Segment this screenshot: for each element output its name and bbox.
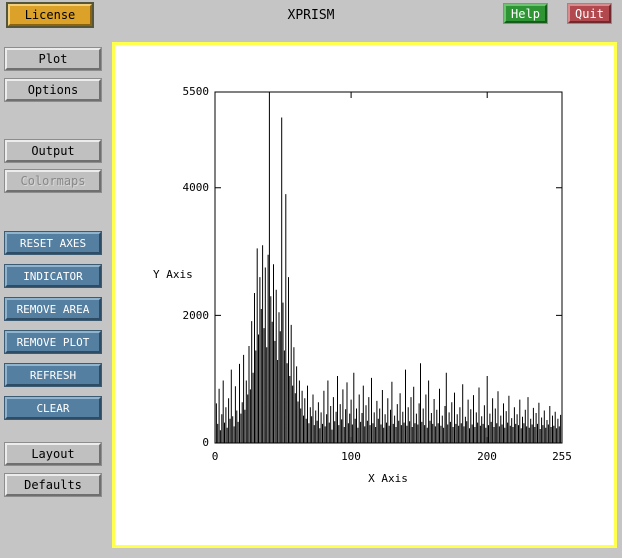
output-menu-button[interactable]: Output bbox=[5, 140, 101, 162]
quit-button[interactable]: Quit bbox=[568, 4, 611, 23]
spectrum-trace bbox=[215, 92, 562, 443]
plot-panel: 5500 4000 2000 0 Y Axis 0 100 200 255 X … bbox=[112, 42, 617, 548]
defaults-button[interactable]: Defaults bbox=[5, 474, 101, 496]
refresh-button[interactable]: REFRESH bbox=[5, 364, 101, 386]
remove-plot-button[interactable]: REMOVE PLOT bbox=[5, 331, 101, 353]
ytick-label-2000: 2000 bbox=[165, 309, 209, 322]
layout-button[interactable]: Layout bbox=[5, 443, 101, 465]
xtick-label-255: 255 bbox=[542, 450, 582, 463]
ytick-label-4000: 4000 bbox=[165, 181, 209, 194]
plot-menu-button[interactable]: Plot bbox=[5, 48, 101, 70]
y-axis-title: Y Axis bbox=[153, 268, 193, 281]
xtick-label-0: 0 bbox=[195, 450, 235, 463]
xtick-label-200: 200 bbox=[467, 450, 507, 463]
colormaps-button-disabled: Colormaps bbox=[5, 170, 101, 192]
ytick-label-5500: 5500 bbox=[165, 85, 209, 98]
reset-axes-button[interactable]: RESET AXES bbox=[5, 232, 101, 254]
indicator-button[interactable]: INDICATOR bbox=[5, 265, 101, 287]
help-button[interactable]: Help bbox=[504, 4, 547, 23]
xtick-label-100: 100 bbox=[331, 450, 371, 463]
remove-area-button[interactable]: REMOVE AREA bbox=[5, 298, 101, 320]
spectrum-chart-canvas[interactable] bbox=[115, 45, 614, 545]
x-axis-title: X Axis bbox=[308, 472, 468, 485]
options-menu-button[interactable]: Options bbox=[5, 79, 101, 101]
clear-button[interactable]: CLEAR bbox=[5, 397, 101, 419]
ytick-label-0: 0 bbox=[165, 436, 209, 449]
